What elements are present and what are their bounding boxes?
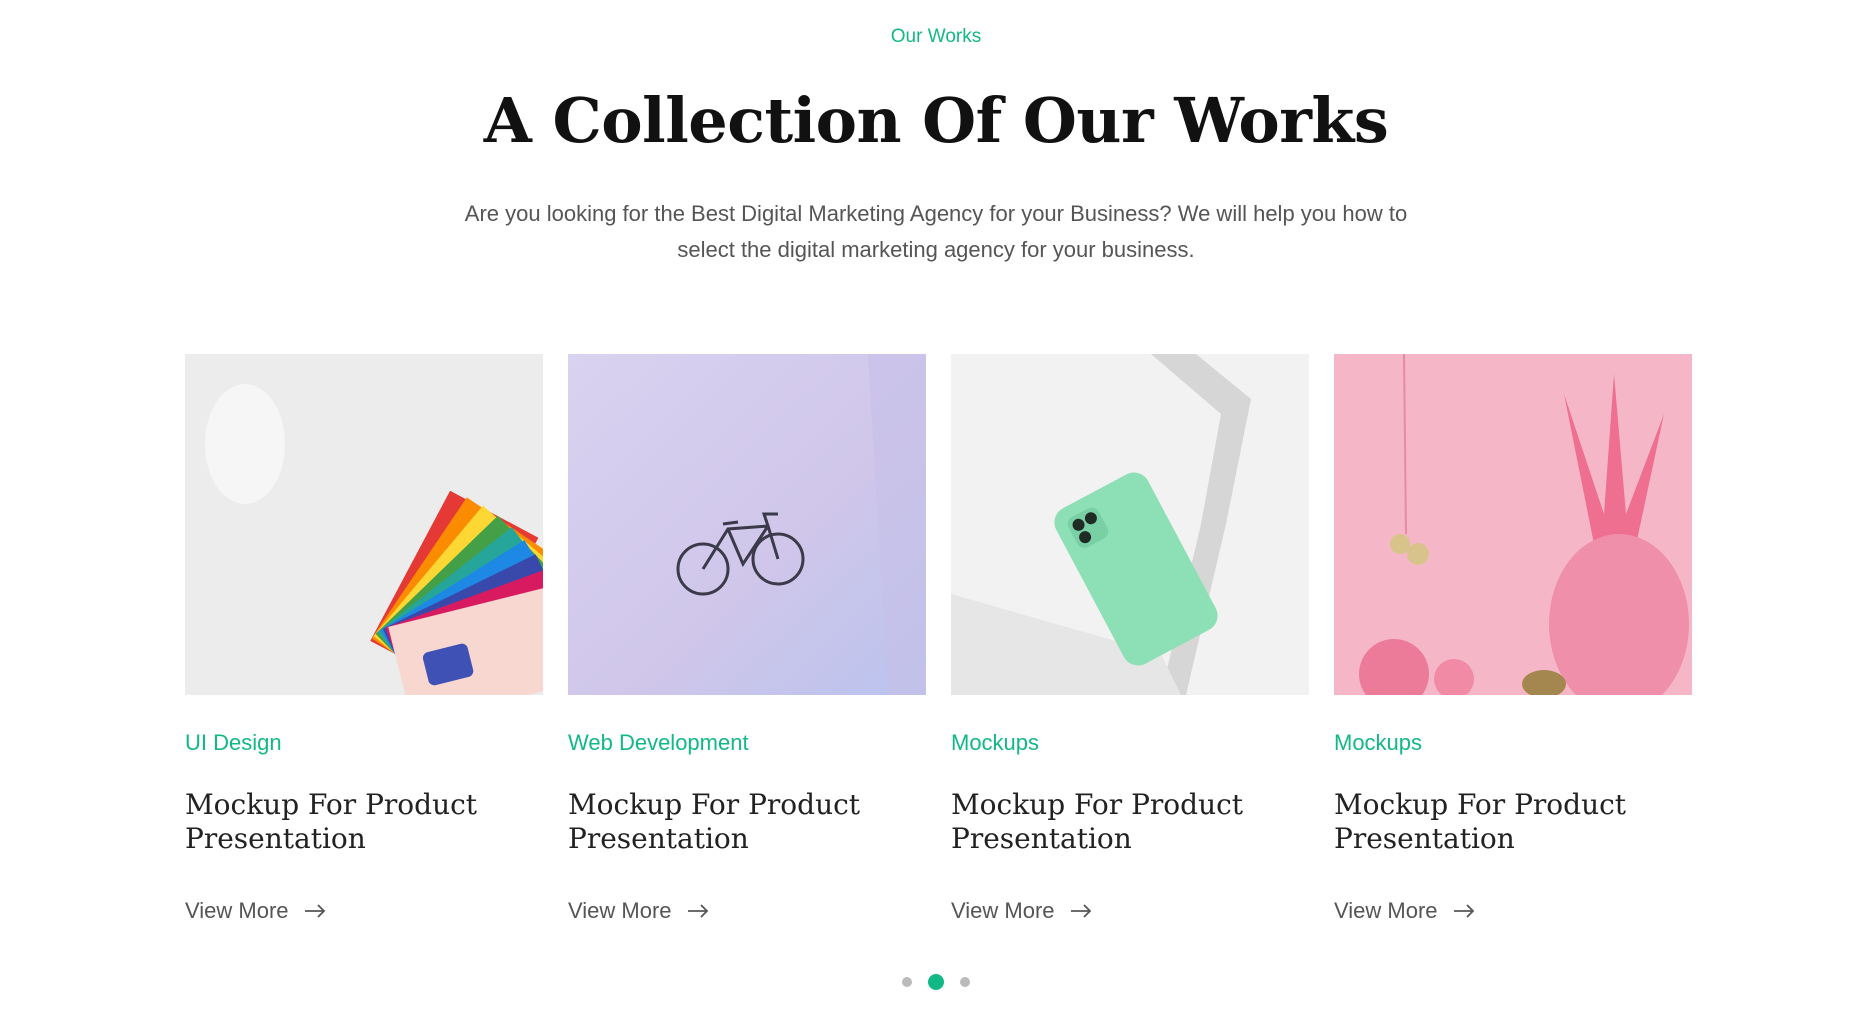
arrow-right-icon	[304, 904, 325, 918]
work-card: Mockups Mockup For Product Presentation …	[951, 354, 1309, 923]
section-subtitle: Are you looking for the Best Digital Mar…	[464, 201, 1408, 262]
view-more-link[interactable]: View More	[185, 898, 327, 924]
section-title: A Collection Of Our Works	[483, 84, 1389, 157]
arrow-right-icon	[687, 904, 708, 918]
card-title[interactable]: Mockup For Product Presentation	[1334, 788, 1654, 856]
view-more-label: View More	[1334, 898, 1438, 923]
view-more-link[interactable]: View More	[1334, 898, 1476, 924]
view-more-label: View More	[568, 898, 672, 923]
pagination-dot-2-active[interactable]	[928, 974, 944, 990]
work-card: UI Design Mockup For Product Presentatio…	[185, 354, 543, 923]
card-category[interactable]: UI Design	[185, 730, 282, 756]
section-eyebrow: Our Works	[890, 26, 982, 47]
view-more-label: View More	[185, 898, 289, 923]
carousel-pagination	[0, 974, 1872, 990]
arrow-right-icon	[1070, 904, 1091, 918]
works-carousel: UI Design Mockup For Product Presentatio…	[185, 354, 1693, 944]
card-title[interactable]: Mockup For Product Presentation	[185, 788, 505, 856]
view-more-link[interactable]: View More	[951, 898, 1093, 924]
arrow-right-icon	[1453, 904, 1474, 918]
pagination-dot-3[interactable]	[960, 977, 970, 987]
works-section: Our Works A Collection Of Our Works Are …	[0, 0, 1872, 1010]
card-category[interactable]: Mockups	[1334, 730, 1422, 756]
work-card: Web Development Mockup For Product Prese…	[568, 354, 926, 923]
green-phone-mockup-image[interactable]	[951, 354, 1309, 695]
bicycle-on-lilac-wall-image[interactable]	[568, 354, 926, 695]
pagination-dot-1[interactable]	[902, 977, 912, 987]
work-card: Mockups Mockup For Product Presentation …	[1334, 354, 1692, 923]
view-more-link[interactable]: View More	[568, 898, 710, 924]
pink-pineapple-image[interactable]	[1334, 354, 1692, 695]
view-more-label: View More	[951, 898, 1055, 923]
card-title[interactable]: Mockup For Product Presentation	[568, 788, 888, 856]
card-category[interactable]: Web Development	[568, 730, 749, 756]
card-title[interactable]: Mockup For Product Presentation	[951, 788, 1271, 856]
color-swatch-cards-image[interactable]	[185, 354, 543, 695]
card-category[interactable]: Mockups	[951, 730, 1039, 756]
